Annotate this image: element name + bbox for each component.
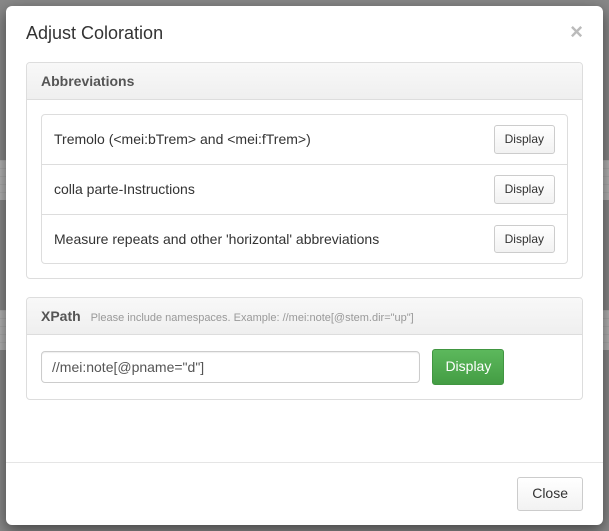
xpath-input[interactable] bbox=[41, 351, 420, 383]
coloration-modal: Adjust Coloration × Abbreviations Tremol… bbox=[6, 6, 603, 525]
abbreviations-heading: Abbreviations bbox=[27, 63, 582, 100]
modal-title: Adjust Coloration bbox=[26, 23, 163, 44]
abbreviation-label: colla parte-Instructions bbox=[54, 181, 195, 197]
abbreviation-label: Tremolo (<mei:bTrem> and <mei:fTrem>) bbox=[54, 131, 311, 147]
display-button[interactable]: Display bbox=[494, 225, 555, 254]
abbreviations-list: Tremolo (<mei:bTrem> and <mei:fTrem>) Di… bbox=[41, 114, 568, 264]
xpath-display-button[interactable]: Display bbox=[432, 349, 504, 385]
close-icon[interactable]: × bbox=[570, 21, 583, 43]
xpath-panel: XPath Please include namespaces. Example… bbox=[26, 297, 583, 400]
list-item: colla parte-Instructions Display bbox=[42, 165, 567, 215]
list-item: Measure repeats and other 'horizontal' a… bbox=[42, 215, 567, 264]
xpath-hint: Please include namespaces. Example: //me… bbox=[91, 312, 414, 324]
close-button[interactable]: Close bbox=[517, 477, 583, 511]
xpath-heading: XPath Please include namespaces. Example… bbox=[27, 298, 582, 335]
abbreviations-panel: Abbreviations Tremolo (<mei:bTrem> and <… bbox=[26, 62, 583, 279]
abbreviation-label: Measure repeats and other 'horizontal' a… bbox=[54, 231, 379, 247]
display-button[interactable]: Display bbox=[494, 125, 555, 154]
xpath-heading-label: XPath bbox=[41, 308, 81, 324]
list-item: Tremolo (<mei:bTrem> and <mei:fTrem>) Di… bbox=[42, 115, 567, 165]
display-button[interactable]: Display bbox=[494, 175, 555, 204]
modal-footer: Close bbox=[6, 462, 603, 525]
